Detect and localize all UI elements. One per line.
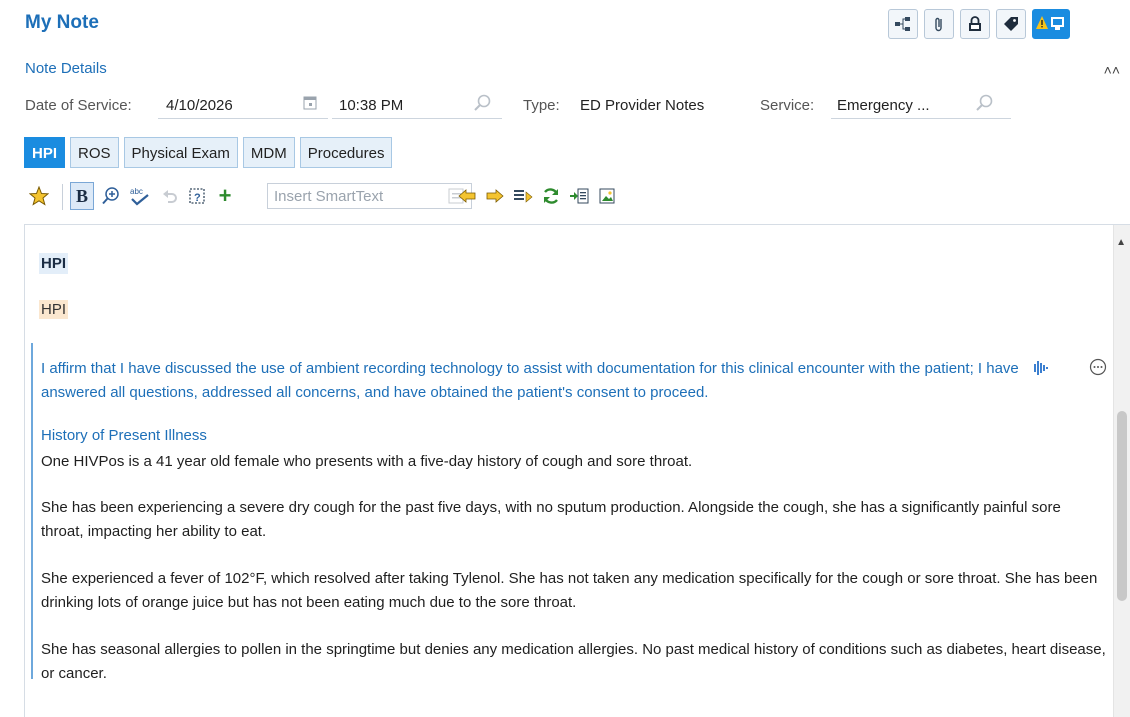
service-field[interactable]: Emergency ... — [837, 97, 930, 114]
share-icon[interactable] — [888, 9, 918, 39]
hpi-heading: HPI — [39, 253, 69, 274]
star-icon[interactable] — [26, 182, 52, 210]
hpi-section-title: History of Present Illness — [41, 427, 207, 444]
header-toolbar — [888, 9, 1070, 39]
hpi-paragraph: She experienced a fever of 102°F, which … — [41, 570, 1098, 611]
time-lookup-icon[interactable] — [473, 94, 491, 116]
spellcheck-icon[interactable]: abc — [128, 182, 152, 210]
calendar-icon[interactable] — [303, 94, 317, 114]
list-arrow-icon[interactable] — [512, 182, 534, 210]
ambient-consent-text: I affirm that I have discussed the use o… — [41, 360, 1019, 401]
collapse-icon[interactable]: ˄˄ — [1104, 62, 1120, 78]
tab-procedures[interactable]: Procedures — [299, 137, 393, 168]
editor-scrollbar[interactable]: ▲ — [1113, 225, 1130, 717]
ambient-note-block: I affirm that I have discussed the use o… — [31, 343, 1109, 682]
hpi-paragraph: She has been experiencing a severe dry c… — [41, 499, 1061, 540]
tab-ros[interactable]: ROS — [70, 137, 119, 168]
alert-icon — [1036, 16, 1064, 30]
zoom-icon[interactable] — [100, 182, 122, 210]
lock-icon[interactable] — [960, 9, 990, 39]
tab-mdm[interactable]: MDM — [242, 137, 295, 168]
service-label: Service: — [760, 97, 815, 114]
bold-icon[interactable]: B — [70, 182, 94, 210]
smarttext-input[interactable]: Insert SmartText — [267, 183, 472, 209]
scroll-up-icon[interactable]: ▲ — [1116, 237, 1126, 248]
attachment-icon[interactable] — [924, 9, 954, 39]
svg-text:?: ? — [194, 192, 201, 204]
next-arrow-icon[interactable] — [484, 182, 506, 210]
smartlink-icon[interactable]: ? — [186, 182, 208, 210]
type-value: ED Provider Notes — [580, 97, 705, 114]
note-editor[interactable]: HPI HPI I affirm that I have discussed t… — [24, 224, 1130, 717]
add-icon[interactable]: + — [214, 182, 236, 210]
ambient-recording-icon[interactable] — [1034, 361, 1048, 380]
note-title: My Note — [25, 12, 99, 33]
tab-hpi[interactable]: HPI — [24, 137, 66, 168]
more-options-icon[interactable] — [1089, 358, 1107, 381]
tag-icon[interactable] — [996, 9, 1026, 39]
previous-arrow-icon[interactable] — [456, 182, 478, 210]
scroll-thumb[interactable] — [1117, 411, 1127, 601]
date-of-service-label: Date of Service: — [25, 97, 132, 114]
service-search-icon[interactable] — [975, 94, 993, 116]
undo-icon[interactable] — [160, 182, 180, 210]
hpi-paragraph: She has seasonal allergies to pollen in … — [41, 641, 1106, 682]
alert-reader-button[interactable] — [1032, 9, 1070, 39]
refresh-icon[interactable] — [540, 182, 562, 210]
note-details-title: Note Details — [25, 60, 107, 77]
tab-physical-exam[interactable]: Physical Exam — [123, 137, 238, 168]
svg-text:abc: abc — [130, 187, 143, 196]
image-icon[interactable] — [596, 182, 618, 210]
type-label: Type: — [523, 97, 560, 114]
date-of-service-field[interactable]: 4/10/2026 — [166, 97, 233, 114]
hpi-paragraph: One HIVPos is a 41 year old female who p… — [41, 453, 693, 470]
time-field[interactable]: 10:38 PM — [339, 97, 403, 114]
note-section-tabs: HPI ROS Physical Exam MDM Procedures — [24, 137, 393, 168]
hpi-smartlink-text[interactable]: HPI — [39, 300, 69, 319]
insert-icon[interactable] — [568, 182, 590, 210]
